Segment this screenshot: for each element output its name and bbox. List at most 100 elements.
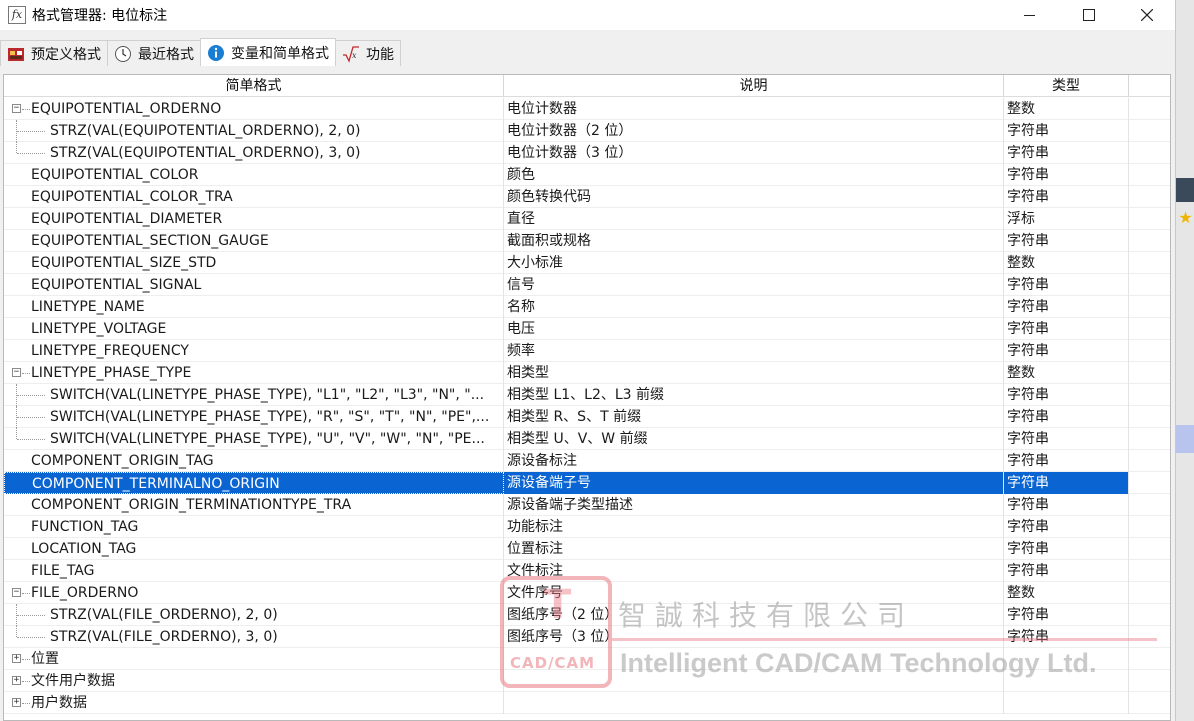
cell-simple-format[interactable]: LINETYPE_FREQUENCY — [4, 340, 504, 362]
cell-simple-format[interactable]: SWITCH(VAL(LINETYPE_PHASE_TYPE), "L1", "… — [4, 384, 504, 406]
cell-type[interactable]: 浮标 — [1004, 208, 1129, 230]
column-header-type[interactable]: 类型 — [1004, 75, 1129, 97]
cell-simple-format[interactable]: + 文件用户数据 — [4, 670, 504, 692]
cell-description[interactable]: 电位计数器（2 位） — [504, 120, 1004, 142]
cell-description[interactable]: 直径 — [504, 208, 1004, 230]
cell-description[interactable]: 相类型 — [504, 362, 1004, 384]
cell-type[interactable] — [1004, 692, 1129, 714]
cell-description[interactable]: 颜色转换代码 — [504, 186, 1004, 208]
table-row[interactable]: SWITCH(VAL(LINETYPE_PHASE_TYPE), "U", "V… — [4, 428, 1170, 450]
table-row[interactable]: SWITCH(VAL(LINETYPE_PHASE_TYPE), "R", "S… — [4, 406, 1170, 428]
cell-type[interactable]: 字符串 — [1004, 626, 1129, 648]
minimize-button[interactable] — [1006, 0, 1052, 30]
cell-description[interactable]: 相类型 U、V、W 前缀 — [504, 428, 1004, 450]
cell-simple-format[interactable]: LINETYPE_NAME — [4, 296, 504, 318]
cell-simple-format[interactable]: EQUIPOTENTIAL_COLOR_TRA — [4, 186, 504, 208]
cell-type[interactable]: 整数 — [1004, 252, 1129, 274]
cell-simple-format[interactable]: COMPONENT_TERMINALNO_ORIGIN — [4, 472, 504, 494]
cell-simple-format[interactable]: LOCATION_TAG — [4, 538, 504, 560]
cell-simple-format[interactable]: FUNCTION_TAG — [4, 516, 504, 538]
table-row[interactable]: STRZ(VAL(EQUIPOTENTIAL_ORDERNO), 2, 0) 电位… — [4, 120, 1170, 142]
table-row[interactable]: SWITCH(VAL(LINETYPE_PHASE_TYPE), "L1", "… — [4, 384, 1170, 406]
cell-simple-format[interactable]: STRZ(VAL(FILE_ORDERNO), 2, 0) — [4, 604, 504, 626]
maximize-button[interactable] — [1066, 0, 1112, 30]
cell-description[interactable]: 电位计数器 — [504, 98, 1004, 120]
cell-simple-format[interactable]: EQUIPOTENTIAL_DIAMETER — [4, 208, 504, 230]
cell-type[interactable]: 字符串 — [1004, 164, 1129, 186]
cell-type[interactable]: 字符串 — [1004, 604, 1129, 626]
cell-type[interactable]: 字符串 — [1004, 296, 1129, 318]
cell-type[interactable]: 字符串 — [1004, 472, 1129, 494]
cell-type[interactable]: 字符串 — [1004, 384, 1129, 406]
table-row[interactable]: LINETYPE_FREQUENCY 频率 字符串 — [4, 340, 1170, 362]
cell-type[interactable]: 字符串 — [1004, 142, 1129, 164]
cell-simple-format[interactable]: LINETYPE_VOLTAGE — [4, 318, 504, 340]
table-row[interactable]: LINETYPE_VOLTAGE 电压 字符串 — [4, 318, 1170, 340]
cell-simple-format[interactable]: COMPONENT_ORIGIN_TAG — [4, 450, 504, 472]
cell-simple-format[interactable]: COMPONENT_ORIGIN_TERMINATIONTYPE_TRA — [4, 494, 504, 516]
table-row[interactable]: − EQUIPOTENTIAL_ORDERNO 电位计数器 整数 — [4, 98, 1170, 120]
cell-type[interactable]: 字符串 — [1004, 494, 1129, 516]
cell-simple-format[interactable]: + 用户数据 — [4, 692, 504, 714]
close-button[interactable] — [1124, 0, 1170, 30]
cell-type[interactable]: 整数 — [1004, 362, 1129, 384]
cell-description[interactable]: 截面积或规格 — [504, 230, 1004, 252]
cell-type[interactable]: 字符串 — [1004, 450, 1129, 472]
cell-description[interactable]: 名称 — [504, 296, 1004, 318]
cell-simple-format[interactable]: − LINETYPE_PHASE_TYPE — [4, 362, 504, 384]
cell-type[interactable]: 整数 — [1004, 98, 1129, 120]
cell-type[interactable]: 字符串 — [1004, 274, 1129, 296]
table-row[interactable]: EQUIPOTENTIAL_SIZE_STD 大小标准 整数 — [4, 252, 1170, 274]
cell-type[interactable]: 字符串 — [1004, 318, 1129, 340]
table-row[interactable]: COMPONENT_ORIGIN_TAG 源设备标注 字符串 — [4, 450, 1170, 472]
cell-simple-format[interactable]: EQUIPOTENTIAL_SECTION_GAUGE — [4, 230, 504, 252]
column-header-simple-format[interactable]: 简单格式 — [4, 75, 504, 97]
cell-description[interactable]: 电位计数器（3 位） — [504, 142, 1004, 164]
cell-description[interactable]: 位置标注 — [504, 538, 1004, 560]
cell-type[interactable]: 字符串 — [1004, 120, 1129, 142]
cell-description[interactable]: 源设备标注 — [504, 450, 1004, 472]
table-row[interactable]: EQUIPOTENTIAL_COLOR_TRA 颜色转换代码 字符串 — [4, 186, 1170, 208]
table-row[interactable]: STRZ(VAL(EQUIPOTENTIAL_ORDERNO), 3, 0) 电位… — [4, 142, 1170, 164]
expand-icon[interactable]: + — [12, 654, 21, 663]
cell-description[interactable]: 信号 — [504, 274, 1004, 296]
cell-type[interactable]: 字符串 — [1004, 340, 1129, 362]
cell-simple-format[interactable]: EQUIPOTENTIAL_COLOR — [4, 164, 504, 186]
collapse-icon[interactable]: − — [12, 104, 21, 113]
table-row[interactable]: COMPONENT_ORIGIN_TERMINATIONTYPE_TRA 源设备端… — [4, 494, 1170, 516]
cell-type[interactable]: 字符串 — [1004, 516, 1129, 538]
cell-simple-format[interactable]: − FILE_ORDERNO — [4, 582, 504, 604]
column-header-description[interactable]: 说明 — [504, 75, 1004, 97]
cell-simple-format[interactable]: STRZ(VAL(EQUIPOTENTIAL_ORDERNO), 3, 0) — [4, 142, 504, 164]
collapse-icon[interactable]: − — [12, 368, 21, 377]
table-row[interactable]: + 用户数据 — [4, 692, 1170, 714]
cell-description[interactable]: 源设备端子类型描述 — [504, 494, 1004, 516]
cell-type[interactable]: 字符串 — [1004, 230, 1129, 252]
cell-simple-format[interactable]: EQUIPOTENTIAL_SIZE_STD — [4, 252, 504, 274]
cell-description[interactable]: 功能标注 — [504, 516, 1004, 538]
table-row[interactable]: COMPONENT_TERMINALNO_ORIGIN 源设备端子号 字符串 — [4, 472, 1170, 494]
cell-simple-format[interactable]: STRZ(VAL(FILE_ORDERNO), 3, 0) — [4, 626, 504, 648]
cell-description[interactable]: 频率 — [504, 340, 1004, 362]
cell-description[interactable]: 相类型 L1、L2、L3 前缀 — [504, 384, 1004, 406]
cell-type[interactable]: 字符串 — [1004, 538, 1129, 560]
cell-simple-format[interactable]: − EQUIPOTENTIAL_ORDERNO — [4, 98, 504, 120]
cell-type[interactable]: 字符串 — [1004, 560, 1129, 582]
table-row[interactable]: EQUIPOTENTIAL_DIAMETER 直径 浮标 — [4, 208, 1170, 230]
cell-description[interactable]: 电压 — [504, 318, 1004, 340]
cell-type[interactable]: 字符串 — [1004, 406, 1129, 428]
table-row[interactable]: − LINETYPE_PHASE_TYPE 相类型 整数 — [4, 362, 1170, 384]
tab-predefined-formats[interactable]: 预定义格式 — [0, 40, 108, 66]
cell-description[interactable]: 大小标准 — [504, 252, 1004, 274]
table-row[interactable]: EQUIPOTENTIAL_SECTION_GAUGE 截面积或规格 字符串 — [4, 230, 1170, 252]
collapse-icon[interactable]: − — [12, 588, 21, 597]
table-row[interactable]: LINETYPE_NAME 名称 字符串 — [4, 296, 1170, 318]
tab-functions[interactable]: x 功能 — [335, 40, 401, 66]
table-row[interactable]: EQUIPOTENTIAL_COLOR 颜色 字符串 — [4, 164, 1170, 186]
cell-simple-format[interactable]: SWITCH(VAL(LINETYPE_PHASE_TYPE), "R", "S… — [4, 406, 504, 428]
cell-simple-format[interactable]: FILE_TAG — [4, 560, 504, 582]
cell-type[interactable]: 整数 — [1004, 582, 1129, 604]
table-row[interactable]: FUNCTION_TAG 功能标注 字符串 — [4, 516, 1170, 538]
cell-simple-format[interactable]: SWITCH(VAL(LINETYPE_PHASE_TYPE), "U", "V… — [4, 428, 504, 450]
cell-description[interactable]: 源设备端子号 — [504, 472, 1004, 494]
